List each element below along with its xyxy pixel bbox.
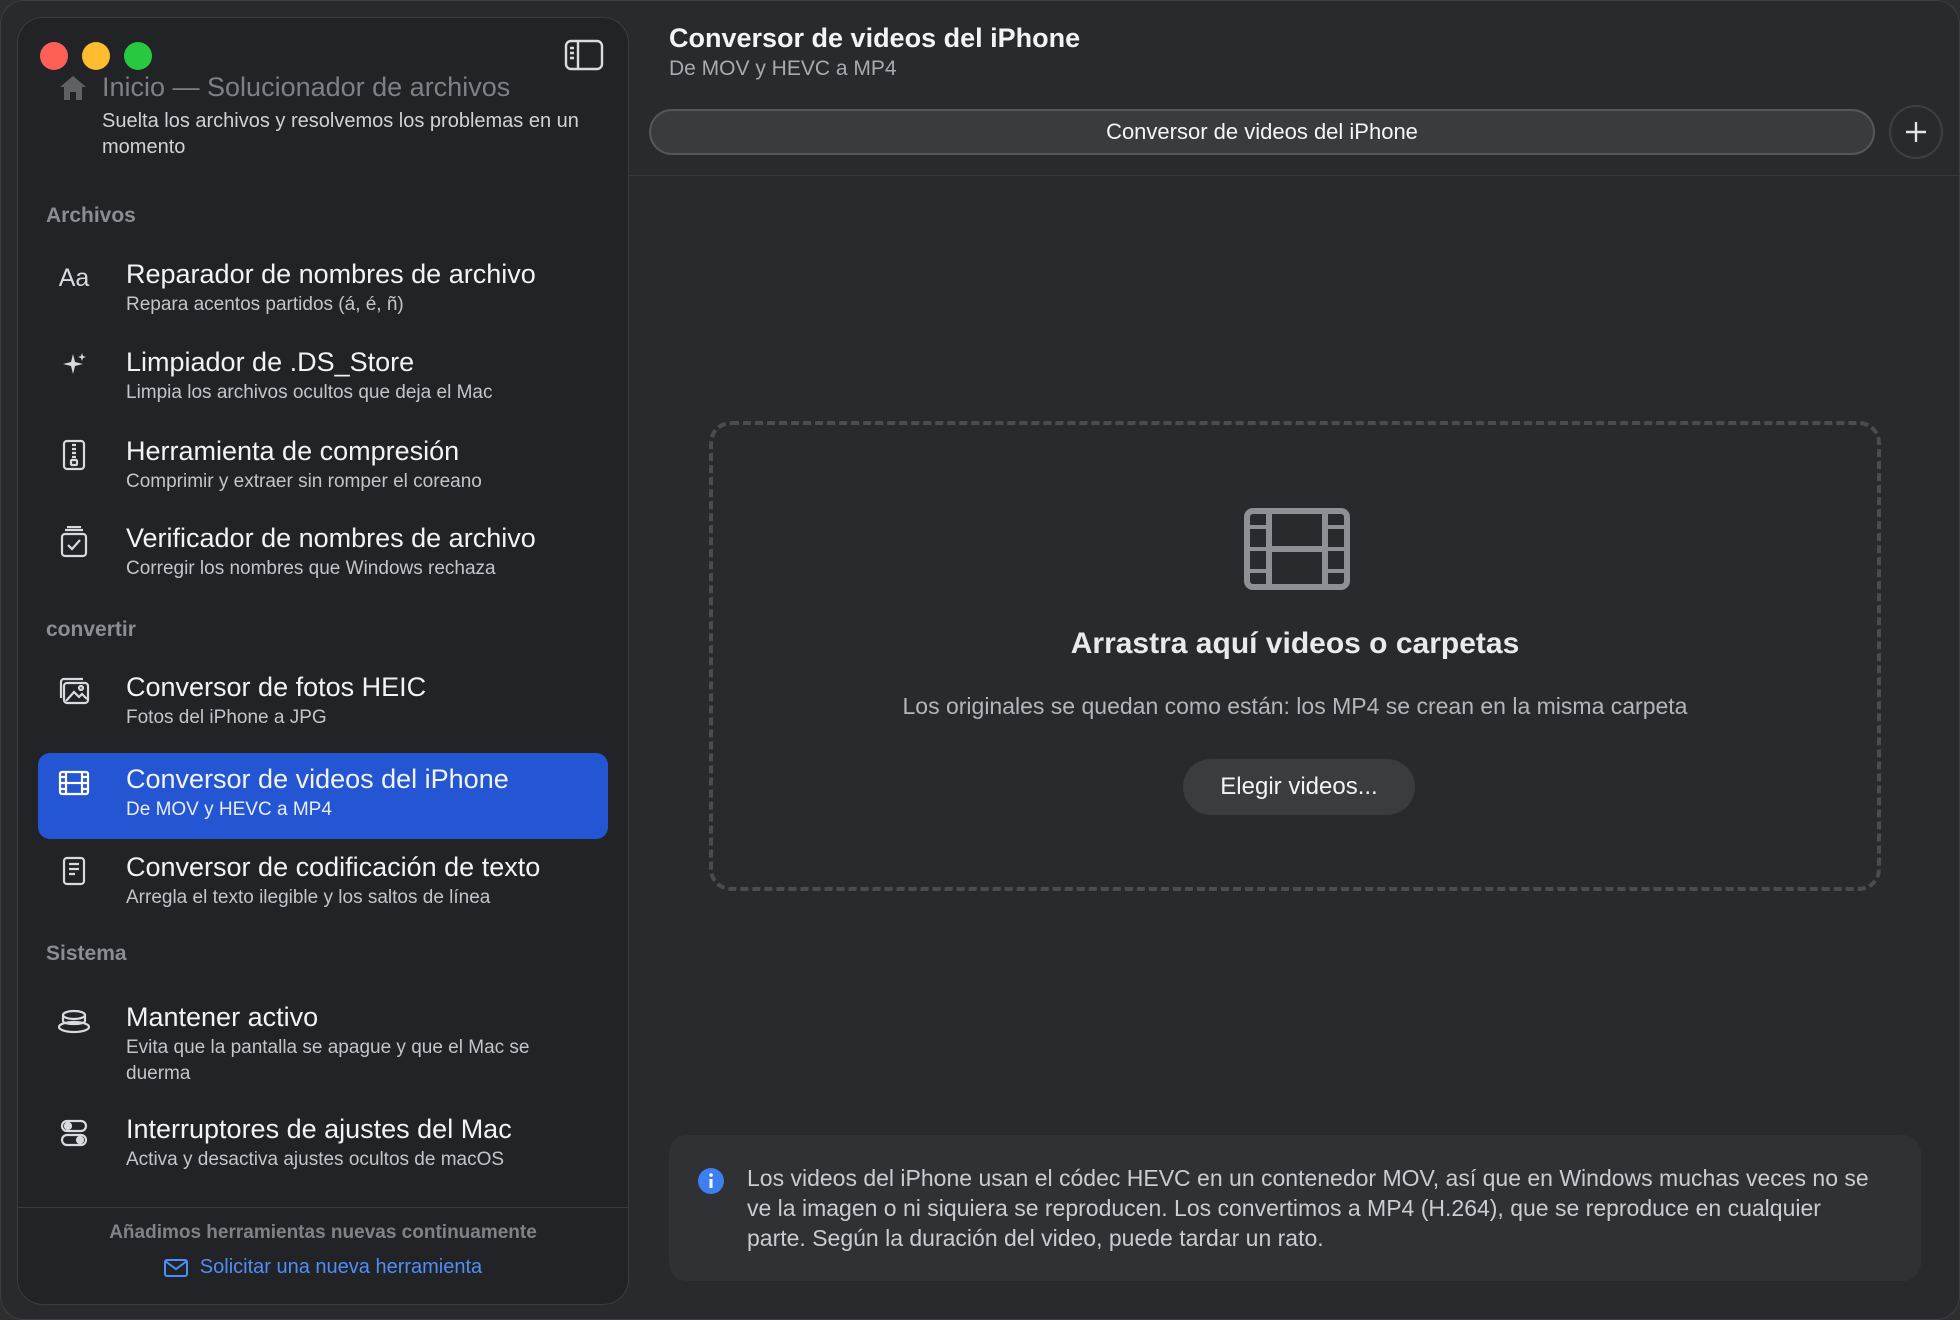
sidebar-item-filename-repair[interactable]: Aa Reparador de nombres de archivo Repar… bbox=[38, 248, 608, 328]
sidebar-item-subtitle: Repara acentos partidos (á, é, ñ) bbox=[126, 294, 404, 315]
minimize-window-button[interactable] bbox=[82, 42, 110, 70]
footer-note: Añadimos herramientas nuevas continuamen… bbox=[109, 1222, 537, 1243]
sidebar-item-title: Conversor de videos del iPhone bbox=[126, 764, 509, 794]
window-controls bbox=[40, 42, 152, 70]
sidebar-item-title: Verificador de nombres de archivo bbox=[126, 523, 536, 553]
tab-label: Conversor de videos del iPhone bbox=[1106, 119, 1418, 144]
checkmark-document-icon bbox=[56, 524, 92, 560]
coffee-cup-icon bbox=[56, 1003, 92, 1039]
sidebar-item-title: Interruptores de ajustes del Mac bbox=[126, 1114, 512, 1144]
info-icon bbox=[697, 1167, 725, 1200]
section-label-system: Sistema bbox=[46, 942, 127, 965]
request-tool-link[interactable]: Solicitar una nueva herramienta bbox=[163, 1256, 483, 1279]
sidebar-item-title: Conversor de codificación de texto bbox=[126, 852, 541, 882]
text-format-icon: Aa bbox=[58, 263, 90, 292]
sidebar-item-text-encoding-converter[interactable]: Conversor de codificación de texto Arreg… bbox=[38, 841, 608, 921]
sidebar-item-subtitle: Fotos del iPhone a JPG bbox=[126, 707, 327, 728]
home-subtitle: Suelta los archivos y resolvemos los pro… bbox=[102, 110, 579, 158]
sidebar-item-subtitle: Corregir los nombres que Windows rechaza bbox=[126, 558, 496, 579]
zoom-window-button[interactable] bbox=[124, 42, 152, 70]
sidebar-item-home[interactable]: Inicio — Solucionador de archivos Suelta… bbox=[18, 70, 628, 160]
document-icon bbox=[56, 853, 92, 889]
info-text: Los videos del iPhone usan el códec HEVC… bbox=[747, 1165, 1869, 1251]
sidebar-item-title: Conversor de fotos HEIC bbox=[126, 672, 427, 702]
sidebar-item-title: Herramienta de compresión bbox=[126, 436, 460, 466]
sidebar-item-video-converter[interactable]: Conversor de videos del iPhone De MOV y … bbox=[38, 753, 608, 839]
film-icon bbox=[1243, 507, 1351, 596]
sidebar-item-title: Limpiador de .DS_Store bbox=[126, 347, 415, 377]
info-banner: Los videos del iPhone usan el códec HEVC… bbox=[669, 1135, 1921, 1281]
sidebar-item-subtitle: Comprimir y extraer sin romper el corean… bbox=[126, 471, 482, 492]
sidebar-item-subtitle: Evita que la pantalla se apague y que el… bbox=[126, 1037, 530, 1084]
sidebar: Inicio — Solucionador de archivos Suelta… bbox=[17, 17, 629, 1305]
envelope-icon bbox=[163, 1258, 188, 1277]
request-tool-label: Solicitar una nueva herramienta bbox=[199, 1256, 483, 1278]
sidebar-item-heic-converter[interactable]: Conversor de fotos HEIC Fotos del iPhone… bbox=[38, 661, 608, 741]
sidebar-footer: Añadimos herramientas nuevas continuamen… bbox=[18, 1207, 628, 1304]
sidebar-toggle-icon bbox=[564, 39, 604, 71]
sidebar-item-ds-store-cleaner[interactable]: Limpiador de .DS_Store Limpia los archiv… bbox=[38, 336, 608, 416]
sidebar-item-compression-tool[interactable]: Herramienta de compresión Comprimir y ex… bbox=[38, 425, 608, 505]
choose-videos-button[interactable]: Elegir videos... bbox=[1183, 759, 1415, 815]
sidebar-item-subtitle: Arregla el texto ilegible y los saltos d… bbox=[126, 887, 491, 908]
header-divider bbox=[629, 175, 1959, 176]
section-label-convert: convertir bbox=[46, 618, 136, 641]
plus-icon bbox=[1906, 122, 1926, 142]
page-subtitle: De MOV y HEVC a MP4 bbox=[669, 57, 897, 80]
sidebar-item-mac-settings-toggles[interactable]: Interruptores de ajustes del Mac Activa … bbox=[38, 1103, 608, 1183]
film-icon bbox=[56, 765, 92, 801]
sidebar-item-subtitle: Limpia los archivos ocultos que deja el … bbox=[126, 382, 493, 403]
dropzone-title: Arrastra aquí videos o carpetas bbox=[1070, 627, 1520, 660]
app-window: Inicio — Solucionador de archivos Suelta… bbox=[0, 0, 1960, 1320]
sidebar-item-keep-awake[interactable]: Mantener activo Evita que la pantalla se… bbox=[38, 991, 608, 1097]
house-icon bbox=[58, 74, 88, 107]
zipper-icon bbox=[56, 437, 92, 473]
sidebar-item-filename-checker[interactable]: Verificador de nombres de archivo Correg… bbox=[38, 512, 608, 592]
dropzone-subtitle: Los originales se quedan como están: los… bbox=[902, 693, 1688, 719]
video-dropzone[interactable]: Arrastra aquí videos o carpetas Los orig… bbox=[709, 421, 1881, 891]
photos-icon bbox=[56, 673, 92, 709]
home-title: Inicio — Solucionador de archivos bbox=[102, 72, 511, 102]
toggles-icon bbox=[56, 1115, 92, 1151]
sidebar-toggle-button[interactable] bbox=[564, 38, 604, 72]
add-tab-button[interactable] bbox=[1889, 105, 1943, 159]
page-title: Conversor de videos del iPhone bbox=[669, 23, 1081, 53]
sidebar-item-subtitle: Activa y desactiva ajustes ocultos de ma… bbox=[126, 1149, 505, 1170]
sidebar-item-title: Mantener activo bbox=[126, 1002, 319, 1032]
sidebar-item-subtitle: De MOV y HEVC a MP4 bbox=[126, 799, 332, 820]
sparkles-icon bbox=[56, 348, 92, 384]
tab-video-converter[interactable]: Conversor de videos del iPhone bbox=[649, 109, 1875, 155]
sidebar-item-title: Reparador de nombres de archivo bbox=[126, 259, 536, 289]
section-label-files: Archivos bbox=[46, 204, 136, 227]
close-window-button[interactable] bbox=[40, 42, 68, 70]
